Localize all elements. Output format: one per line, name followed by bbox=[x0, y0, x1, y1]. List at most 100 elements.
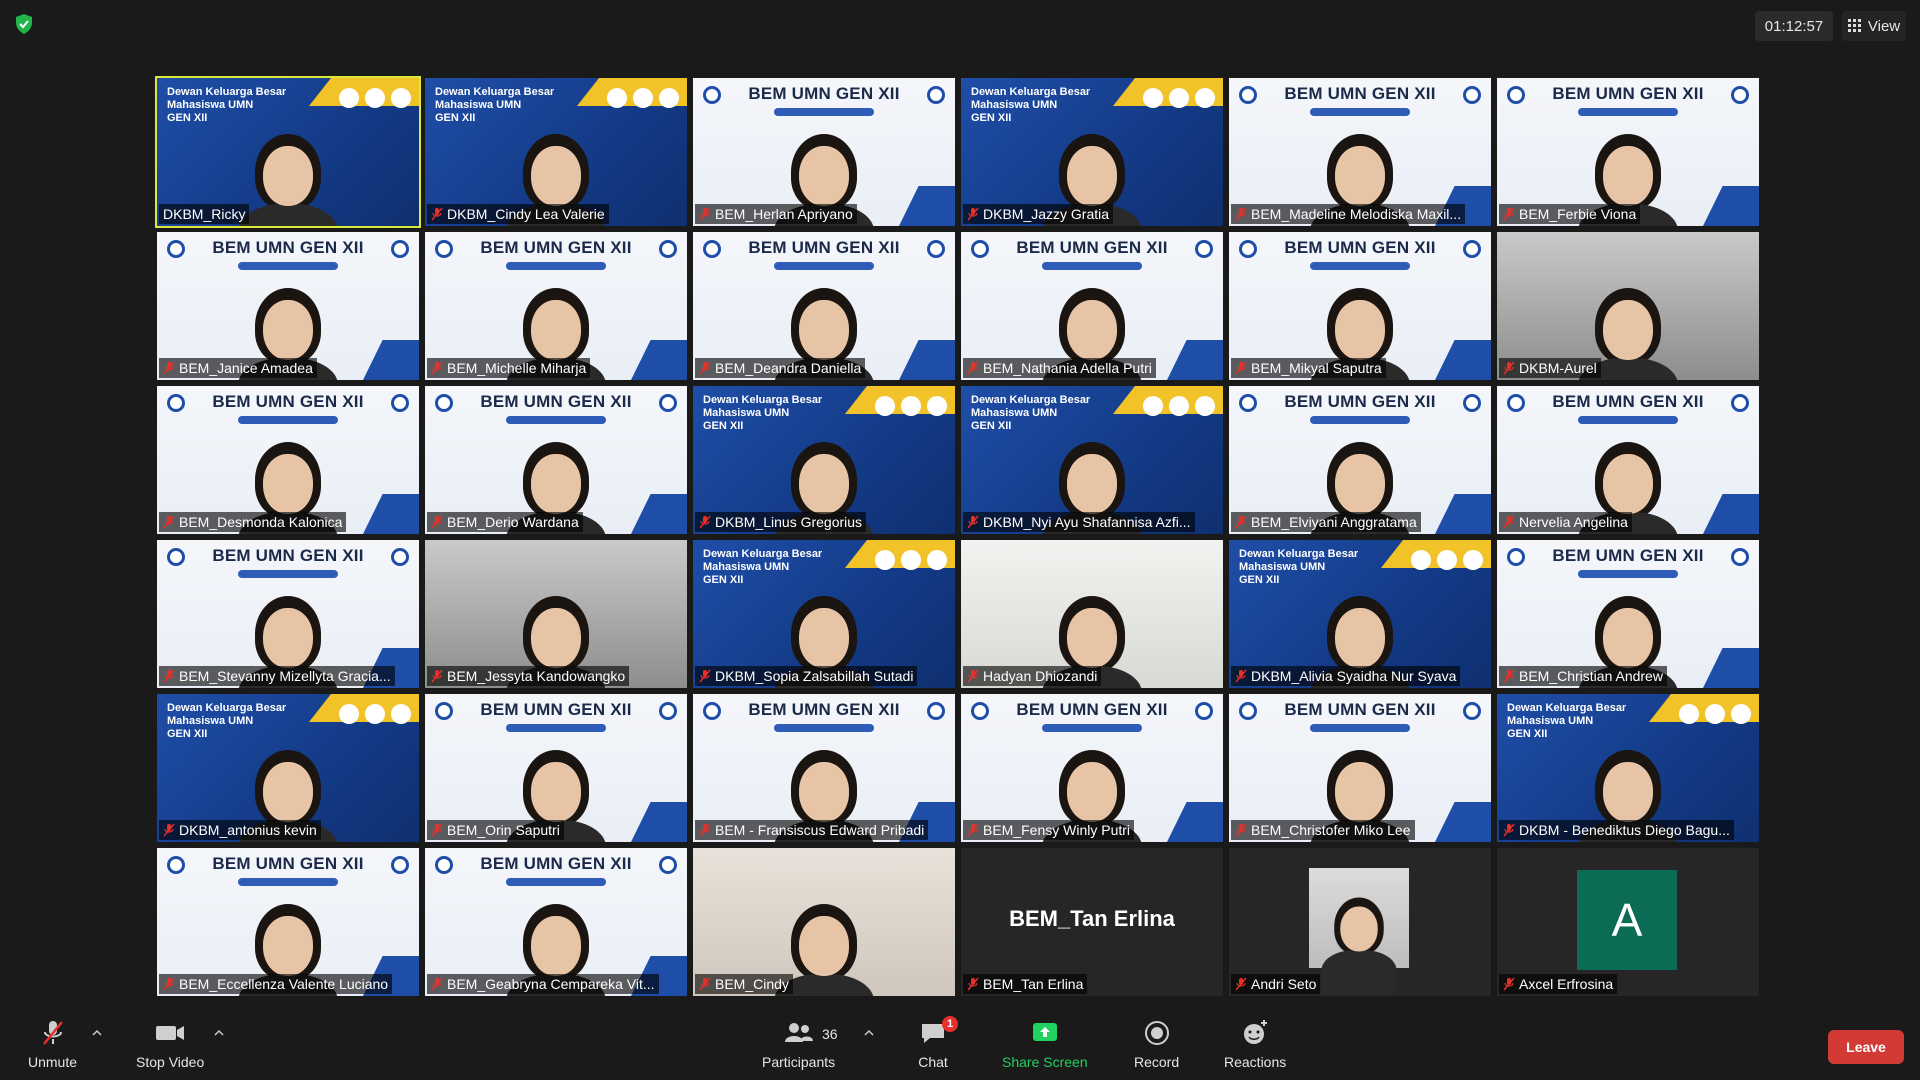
banner-line: Dewan Keluarga Besar bbox=[167, 86, 287, 98]
hashtag-pill bbox=[506, 878, 606, 886]
participant-tile[interactable]: BEM UMN GEN XII BEM_Christofer Miko Lee bbox=[1229, 694, 1491, 842]
muted-mic-icon bbox=[1503, 977, 1515, 991]
virtual-background-title: Dewan Keluarga Besar Mahasiswa UMN GEN XII bbox=[1507, 702, 1647, 741]
participant-tile[interactable]: Dewan Keluarga Besar Mahasiswa UMN GEN XII… bbox=[693, 386, 955, 534]
participant-tile[interactable]: Dewan Keluarga Besar Mahasiswa UMN GEN XII… bbox=[155, 76, 421, 228]
participant-tile[interactable]: BEM UMN GEN XII BEM - Fransiscus Edward P… bbox=[693, 694, 955, 842]
reactions-button[interactable]: Reactions bbox=[1224, 1018, 1286, 1070]
virtual-background-title: Dewan Keluarga Besar Mahasiswa UMN GEN XII bbox=[435, 86, 575, 125]
banner-line: GEN XII bbox=[167, 728, 208, 740]
participant-tile[interactable]: Dewan Keluarga Besar Mahasiswa UMN GEN XII… bbox=[693, 540, 955, 688]
participant-tile[interactable]: A Axcel Erfrosina bbox=[1497, 848, 1759, 996]
virtual-background-title: BEM UMN GEN XII bbox=[748, 238, 900, 257]
participant-name-label: DKBM_Sopia Zalsabillah Sutadi bbox=[695, 666, 918, 686]
view-label: View bbox=[1867, 17, 1901, 35]
unmute-options-chevron-icon[interactable] bbox=[92, 1028, 102, 1038]
participant-name: BEM_Herlan Apriyano bbox=[715, 206, 853, 222]
participant-tile[interactable]: BEM UMN GEN XII BEM_Christian Andrew bbox=[1497, 540, 1759, 688]
stop-video-button[interactable]: Stop Video bbox=[136, 1018, 204, 1070]
unmute-label: Unmute bbox=[28, 1054, 78, 1070]
participant-tile[interactable]: Andri Seto bbox=[1229, 848, 1491, 996]
banner-line: Mahasiswa UMN bbox=[435, 99, 522, 111]
virtual-background-title: BEM UMN GEN XII bbox=[748, 700, 900, 719]
participant-name-label: BEM_Eccellenza Valente Luciano bbox=[159, 974, 393, 994]
logo-icon bbox=[901, 396, 921, 416]
commit-solid-badge bbox=[899, 340, 955, 380]
participant-tile[interactable]: BEM UMN GEN XII BEM_Nathania Adella Putri bbox=[961, 232, 1223, 380]
leave-button[interactable]: Leave bbox=[1828, 1030, 1904, 1064]
logo-icon bbox=[1463, 550, 1483, 570]
participant-tile[interactable]: BEM UMN GEN XII BEM_Derio Wardana bbox=[425, 386, 687, 534]
view-button[interactable]: View bbox=[1842, 11, 1906, 41]
banner-line: Mahasiswa UMN bbox=[971, 407, 1058, 419]
logo-row bbox=[1143, 88, 1215, 108]
participant-tile[interactable]: BEM UMN GEN XII BEM_Janice Amadea bbox=[157, 232, 419, 380]
umn-logo-icon bbox=[1463, 394, 1481, 412]
participant-name-label: DKBM - Benediktus Diego Bagu... bbox=[1499, 820, 1734, 840]
virtual-background-title: Dewan Keluarga Besar Mahasiswa UMN GEN XII bbox=[971, 86, 1111, 125]
participant-tile[interactable]: BEM UMN GEN XII BEM_Geabryna Cempareka Vi… bbox=[425, 848, 687, 996]
muted-mic-icon bbox=[699, 669, 711, 683]
figure-face bbox=[263, 762, 313, 822]
participant-name: BEM_Stevanny Mizellyta Gracia... bbox=[179, 668, 391, 684]
participant-tile[interactable]: BEM UMN GEN XII BEM_Stevanny Mizellyta Gr… bbox=[157, 540, 419, 688]
figure-face bbox=[1335, 300, 1385, 360]
participant-name: DKBM_Ricky bbox=[163, 206, 246, 222]
logo-icon bbox=[901, 550, 921, 570]
participant-tile[interactable]: BEM UMN GEN XII Nervelia Angelina bbox=[1497, 386, 1759, 534]
participant-tile[interactable]: Dewan Keluarga Besar Mahasiswa UMN GEN XII… bbox=[1229, 540, 1491, 688]
participant-tile[interactable]: BEM UMN GEN XII BEM_Deandra Daniella bbox=[693, 232, 955, 380]
share-screen-button[interactable]: Share Screen bbox=[1002, 1018, 1088, 1070]
security-shield-icon[interactable] bbox=[12, 12, 36, 36]
logo-icon bbox=[365, 88, 385, 108]
hashtag-pill bbox=[1578, 108, 1678, 116]
participant-name: BEM_Jessyta Kandowangko bbox=[447, 668, 626, 684]
record-button[interactable]: Record bbox=[1134, 1018, 1179, 1070]
figure-face bbox=[531, 146, 581, 206]
participant-name-label: Hadyan Dhiozandi bbox=[963, 666, 1102, 686]
share-screen-icon bbox=[1032, 1023, 1057, 1041]
hashtag-pill bbox=[1310, 108, 1410, 116]
participant-tile[interactable]: BEM UMN GEN XII BEM_Elviyani Anggratama bbox=[1229, 386, 1491, 534]
banner-line: GEN XII bbox=[971, 420, 1012, 432]
participant-tile[interactable]: BEM_Jessyta Kandowangko bbox=[425, 540, 687, 688]
participant-tile[interactable]: Dewan Keluarga Besar Mahasiswa UMN GEN XII… bbox=[961, 386, 1223, 534]
participant-tile[interactable]: BEM_Cindy bbox=[693, 848, 955, 996]
participant-name-label: BEM - Fransiscus Edward Pribadi bbox=[695, 820, 929, 840]
muted-mic-icon bbox=[163, 361, 175, 375]
participant-tile[interactable]: BEM UMN GEN XII BEM_Mikyal Saputra bbox=[1229, 232, 1491, 380]
participant-tile[interactable]: Dewan Keluarga Besar Mahasiswa UMN GEN XII… bbox=[961, 78, 1223, 226]
hashtag-pill bbox=[238, 570, 338, 578]
participant-tile[interactable]: Dewan Keluarga Besar Mahasiswa UMN GEN XII… bbox=[1497, 694, 1759, 842]
hashtag-pill bbox=[774, 262, 874, 270]
participant-tile[interactable]: BEM UMN GEN XII BEM_Eccellenza Valente Lu… bbox=[157, 848, 419, 996]
participant-tile[interactable]: Hadyan Dhiozandi bbox=[961, 540, 1223, 688]
participant-tile[interactable]: BEM UMN GEN XII BEM_Madeline Melodiska Ma… bbox=[1229, 78, 1491, 226]
logo-icon bbox=[875, 550, 895, 570]
muted-mic-icon bbox=[431, 207, 443, 221]
participant-tile[interactable]: BEM UMN GEN XII BEM_Michelle Miharja bbox=[425, 232, 687, 380]
figure-face bbox=[263, 454, 313, 514]
participants-options-chevron-icon[interactable] bbox=[864, 1028, 874, 1038]
participant-tile[interactable]: BEM UMN GEN XII BEM_Ferbie Viona bbox=[1497, 78, 1759, 226]
logo-icon bbox=[659, 88, 679, 108]
hashtag-pill bbox=[1578, 570, 1678, 578]
muted-mic-icon bbox=[967, 361, 979, 375]
participant-tile[interactable]: BEM_Tan Erlina BEM_Tan Erlina bbox=[961, 848, 1223, 996]
record-label: Record bbox=[1134, 1054, 1180, 1070]
participant-tile[interactable]: BEM UMN GEN XII BEM_Herlan Apriyano bbox=[693, 78, 955, 226]
virtual-background-title: BEM UMN GEN XII bbox=[480, 238, 632, 257]
participant-tile[interactable]: BEM UMN GEN XII BEM_Orin Saputri bbox=[425, 694, 687, 842]
participant-tile[interactable]: Dewan Keluarga Besar Mahasiswa UMN GEN XII… bbox=[157, 694, 419, 842]
participant-tile[interactable]: BEM UMN GEN XII BEM_Desmonda Kalonica bbox=[157, 386, 419, 534]
participant-name: DKBM_antonius kevin bbox=[179, 822, 317, 838]
video-options-chevron-icon[interactable] bbox=[214, 1028, 224, 1038]
unmute-button[interactable]: Unmute bbox=[28, 1018, 77, 1070]
participant-tile[interactable]: BEM UMN GEN XII BEM_Fensy Winly Putri bbox=[961, 694, 1223, 842]
logo-icon bbox=[365, 704, 385, 724]
participant-tile[interactable]: Dewan Keluarga Besar Mahasiswa UMN GEN XII… bbox=[425, 78, 687, 226]
participant-name: BEM_Geabryna Cempareka Vit... bbox=[447, 976, 655, 992]
participant-tile[interactable]: DKBM-Aurel bbox=[1497, 232, 1759, 380]
commit-solid-badge bbox=[1703, 186, 1759, 226]
banner-line: Dewan Keluarga Besar bbox=[703, 548, 823, 560]
